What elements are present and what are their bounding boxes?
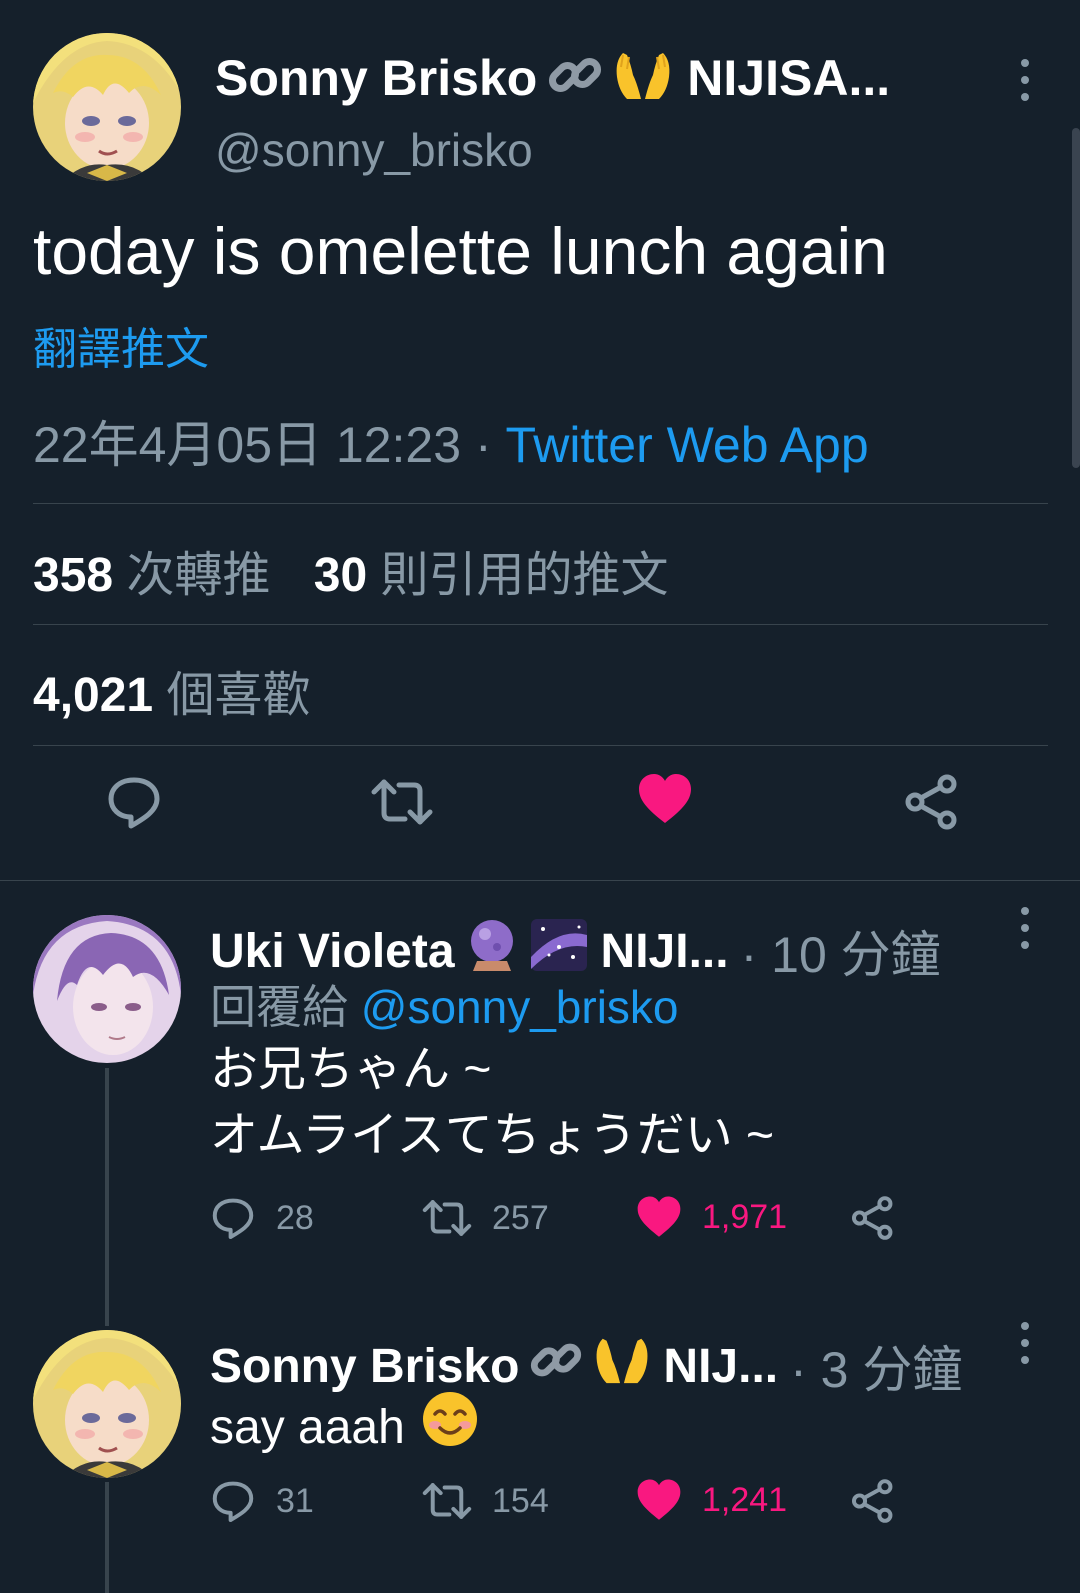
reply-icon [108, 777, 160, 829]
reply-to-line: 回覆給 @sonny_brisko [210, 971, 679, 1037]
like-count: 1,241 [702, 1480, 788, 1519]
section-divider [0, 880, 1080, 881]
author-handle[interactable]: @sonny_brisko [215, 123, 533, 177]
reply-author-suffix[interactable]: NIJ... [663, 1339, 778, 1394]
share-icon [851, 1479, 893, 1523]
reply-time[interactable]: · 3 分鐘 [790, 1330, 962, 1402]
quotes-stat[interactable]: 30 則引用的推文 [314, 549, 669, 602]
like-button[interactable]: 1,971 [636, 1195, 787, 1239]
share-button[interactable] [903, 773, 961, 836]
smiling-face-icon [421, 1390, 479, 1466]
reply-text-line: お兄ちゃん ~ [210, 1043, 492, 1096]
reply-text-line: say aaah [210, 1401, 405, 1454]
like-icon [637, 1196, 681, 1237]
share-icon [905, 774, 957, 830]
reply-button[interactable]: 31 [210, 1478, 314, 1524]
thread-line [105, 1068, 109, 1326]
retweet-count: 257 [492, 1198, 549, 1237]
reply-button[interactable] [105, 773, 163, 836]
likes-label: 個喜歡 [166, 669, 311, 722]
reply-to-handle[interactable]: @sonny_brisko [361, 981, 679, 1033]
quotes-count: 30 [313, 549, 368, 602]
retweets-label: 次轉推 [126, 549, 271, 602]
reply-actions: 31 154 1,241 [210, 1478, 930, 1528]
reply-count: 28 [276, 1198, 314, 1237]
reply-time[interactable]: · 10 分鐘 [741, 915, 941, 987]
link-icon [547, 47, 603, 108]
raised-hands-icon [613, 47, 673, 108]
retweets-stat[interactable]: 358 次轉推 [33, 549, 270, 602]
link-icon [529, 1333, 583, 1399]
quotes-label: 則引用的推文 [380, 549, 669, 602]
tweet-meta: 22年4月05日 12:23 · Twitter Web App [33, 405, 869, 477]
more-icon[interactable] [1020, 59, 1030, 101]
reply-author-name[interactable]: Sonny Brisko [210, 1339, 519, 1394]
retweets-count: 358 [33, 549, 114, 602]
translate-tweet-link[interactable]: 翻譯推文 [33, 313, 209, 377]
reply-text-line: オムライスてちょうだい ~ [210, 1109, 775, 1162]
likes-count: 4,021 [33, 669, 154, 722]
author-name-row[interactable]: Sonny Brisko NIJISA... [215, 47, 890, 108]
reply-icon [212, 1198, 254, 1240]
reply-text: say aaah [210, 1390, 479, 1466]
avatar-sonny[interactable] [33, 1330, 181, 1478]
retweet-button[interactable]: 257 [422, 1195, 549, 1241]
divider [33, 624, 1048, 625]
share-icon [851, 1196, 893, 1240]
scrollbar[interactable] [1072, 128, 1080, 468]
reply-text: お兄ちゃん ~ オムライスてちょうだい ~ [210, 1037, 774, 1169]
retweet-button[interactable] [371, 773, 433, 836]
like-button[interactable]: 1,241 [636, 1478, 787, 1522]
tweet-timestamp[interactable]: 22年4月05日 12:23 [33, 417, 461, 473]
meta-separator: · [461, 417, 506, 473]
retweet-quote-stats: 358 次轉推 30 則引用的推文 [33, 535, 669, 605]
reply-actions: 28 257 1,971 [210, 1195, 930, 1245]
like-icon [637, 1479, 681, 1520]
reply-to-label: 回覆給 [210, 981, 348, 1033]
retweet-count: 154 [492, 1481, 549, 1520]
share-button[interactable] [850, 1195, 896, 1241]
like-icon [639, 774, 691, 823]
tweet-source[interactable]: Twitter Web App [506, 417, 869, 473]
more-icon[interactable] [1020, 907, 1030, 949]
retweet-icon [371, 779, 433, 825]
more-icon[interactable] [1020, 1322, 1030, 1364]
share-button[interactable] [850, 1478, 896, 1524]
like-button[interactable] [637, 773, 693, 830]
raised-hands-icon [593, 1333, 651, 1399]
reply-button[interactable]: 28 [210, 1195, 314, 1241]
thread-line [105, 1482, 109, 1593]
avatar-uki[interactable] [33, 915, 181, 1063]
author-display-name[interactable]: Sonny Brisko [215, 49, 537, 107]
retweet-icon [422, 1200, 472, 1236]
divider [33, 503, 1048, 504]
retweet-icon [422, 1483, 472, 1519]
tweet-text: today is omelette lunch again [33, 214, 888, 288]
divider [33, 745, 1048, 746]
retweet-button[interactable]: 154 [422, 1478, 549, 1524]
like-count: 1,971 [702, 1197, 788, 1236]
author-name-suffix[interactable]: NIJISA... [687, 49, 890, 107]
reply-icon [212, 1481, 254, 1523]
likes-stat[interactable]: 4,021 個喜歡 [33, 655, 310, 725]
avatar-sonny[interactable] [33, 33, 181, 181]
reply-count: 31 [276, 1481, 314, 1520]
tweet-actions [33, 773, 1048, 833]
